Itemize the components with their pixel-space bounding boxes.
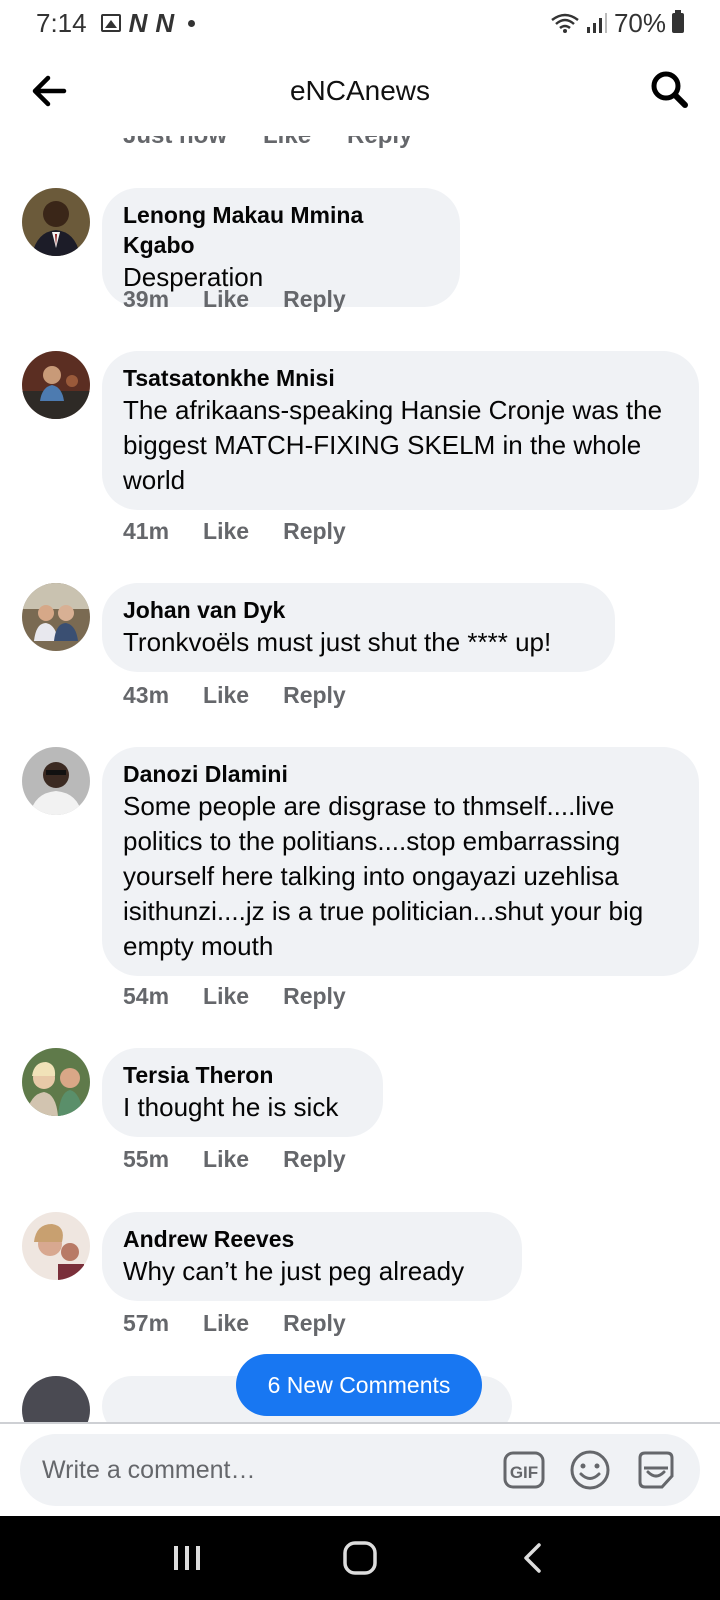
comment-text: I thought he is sick (123, 1092, 339, 1122)
emoji-icon[interactable] (568, 1448, 612, 1492)
comment-meta: 57m Like Reply (123, 1310, 346, 1337)
recent-apps-icon[interactable] (165, 1536, 209, 1580)
reply-link[interactable]: Reply (283, 1310, 346, 1337)
battery-icon (672, 10, 684, 33)
like-link[interactable]: Like (203, 983, 249, 1010)
comment-bubble[interactable]: Tersia Theron I thought he is sick (102, 1048, 383, 1137)
comment-author[interactable]: Johan van Dyk (123, 595, 593, 625)
comment-composer[interactable]: Write a comment… GIF (20, 1434, 700, 1506)
like-link[interactable]: Like (203, 286, 249, 313)
avatar[interactable] (22, 747, 90, 815)
page-title: eNCAnews (289, 75, 431, 106)
avatar[interactable] (22, 188, 90, 256)
wifi-icon (551, 13, 579, 33)
like-link[interactable]: Like (203, 518, 249, 545)
comment-feed[interactable]: Just now Like Reply Lenong Makau Mmina K… (0, 136, 720, 1422)
app-header: eNCAnews (0, 46, 720, 136)
comment-bubble[interactable]: Danozi Dlamini Some people are disgrase … (102, 747, 699, 976)
comment-bubble[interactable]: Johan van Dyk Tronkvoëls must just shut … (102, 583, 615, 672)
comment-text: Why can’t he just peg already (123, 1256, 465, 1286)
like-link[interactable]: Like (203, 1310, 249, 1337)
n-notification-icon: N (155, 7, 175, 38)
comment-author[interactable]: Tsatsatonkhe Mnisi (123, 363, 677, 393)
like-link[interactable]: Like (263, 136, 311, 150)
comment-input[interactable]: Write a comment… (42, 1456, 502, 1485)
back-icon[interactable] (511, 1536, 555, 1580)
image-notification-icon (100, 14, 121, 32)
comment-meta: 54m Like Reply (123, 983, 346, 1010)
reply-link[interactable]: Reply (283, 983, 346, 1010)
more-notifications-icon (188, 19, 196, 27)
comment-author[interactable]: Lenong Makau Mmina Kgabo (123, 200, 438, 260)
signal-icon (586, 13, 607, 33)
reply-link[interactable]: Reply (283, 682, 346, 709)
comment-text: The afrikaans-speaking Hansie Cronje was… (123, 395, 663, 495)
status-bar: 7:14 N N 70% (0, 0, 720, 46)
comment-time: 39m (123, 286, 170, 312)
comment-author[interactable]: Tersia Theron (123, 1060, 361, 1090)
avatar[interactable] (22, 1048, 90, 1116)
comment-meta: 55m Like Reply (123, 1146, 346, 1173)
comment-time: 41m (123, 518, 170, 544)
notification-icons: N N (100, 7, 196, 39)
new-comments-button[interactable]: 6 New Comments (236, 1354, 482, 1416)
comment-time: 54m (123, 983, 170, 1009)
divider (0, 1422, 720, 1424)
comment-meta: 39m Like Reply (123, 286, 346, 313)
comment-time: Just now (123, 136, 227, 150)
svg-text:GIF: GIF (510, 1463, 538, 1482)
n-notification-icon: N (128, 7, 148, 38)
comment-author[interactable]: Andrew Reeves (123, 1224, 500, 1254)
status-right: 70% (550, 8, 684, 39)
comment-meta: 41m Like Reply (123, 518, 346, 545)
sticker-icon[interactable] (634, 1448, 678, 1492)
comment-text: Tronkvoëls must just shut the **** up! (123, 627, 552, 657)
comment-time: 57m (123, 1310, 170, 1336)
avatar[interactable] (22, 1212, 90, 1280)
status-time: 7:14 (36, 7, 87, 38)
back-arrow-icon[interactable] (28, 70, 70, 112)
system-nav-bar (0, 1516, 720, 1600)
avatar[interactable] (22, 583, 90, 651)
reply-link[interactable]: Reply (347, 136, 412, 150)
comment-time: 55m (123, 1146, 170, 1172)
battery-percent: 70% (613, 7, 666, 38)
reply-link[interactable]: Reply (283, 1146, 346, 1173)
home-icon[interactable] (338, 1536, 382, 1580)
comment-text: Some people are disgrase to thmself....l… (123, 791, 644, 961)
comment-author[interactable]: Danozi Dlamini (123, 759, 677, 789)
comment-bubble[interactable]: Andrew Reeves Why can’t he just peg alre… (102, 1212, 522, 1301)
comment-bubble[interactable]: Tsatsatonkhe Mnisi The afrikaans-speakin… (102, 351, 699, 510)
partial-comment-meta: Just now Like Reply (123, 136, 412, 150)
like-link[interactable]: Like (203, 1146, 249, 1173)
avatar[interactable] (22, 351, 90, 419)
comment-meta: 43m Like Reply (123, 682, 346, 709)
avatar[interactable] (22, 1376, 90, 1422)
reply-link[interactable]: Reply (283, 286, 346, 313)
gif-icon[interactable]: GIF (502, 1448, 546, 1492)
like-link[interactable]: Like (203, 682, 249, 709)
search-icon[interactable] (648, 68, 690, 110)
reply-link[interactable]: Reply (283, 518, 346, 545)
comment-time: 43m (123, 682, 170, 708)
